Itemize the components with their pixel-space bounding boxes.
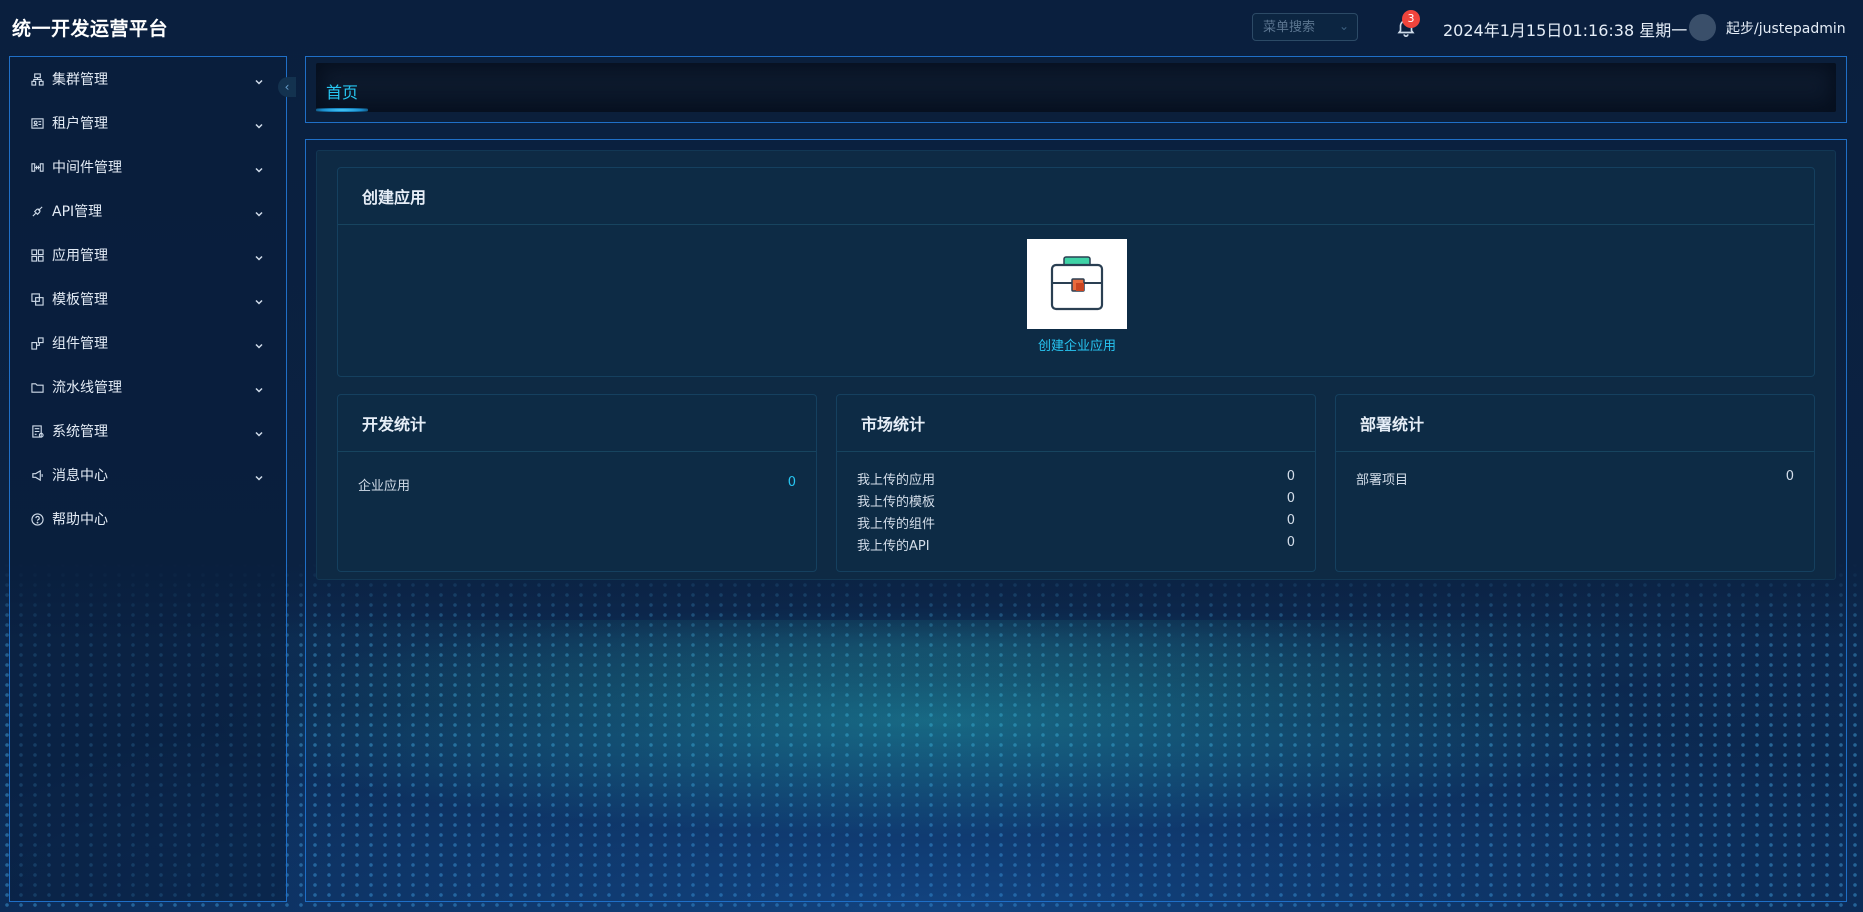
menu-search-input[interactable] bbox=[1253, 14, 1343, 40]
market-stats-card: 市场统计 我上传的应用 0 我上传的模板 0 我上传的组件 0 我上传的API … bbox=[836, 394, 1316, 572]
deploy-stats-card: 部署统计 部署项目 0 bbox=[1335, 394, 1815, 572]
stats-row: 我上传的API 0 bbox=[837, 535, 1315, 557]
briefcase-icon[interactable] bbox=[1027, 239, 1127, 329]
stats-label: 部署项目 bbox=[1356, 473, 1409, 488]
stats-label: 我上传的API bbox=[857, 539, 930, 554]
folder-icon bbox=[30, 380, 44, 394]
main-content: 创建应用 创建企业应用 开发统计 企业应用 0 市场统计 我上传的应用 0 我上… bbox=[305, 139, 1847, 902]
chevron-down-icon bbox=[254, 292, 264, 305]
sidebar-item-component[interactable]: 组件管理 bbox=[10, 321, 286, 365]
sidebar: 集群管理 租户管理 中间件管理 API管理 应用管理 模板管理 组件管理 流水线… bbox=[9, 56, 287, 902]
sidebar-item-middleware[interactable]: 中间件管理 bbox=[10, 145, 286, 189]
tab-bar-inner bbox=[316, 63, 1836, 112]
sidebar-item-apps[interactable]: 应用管理 bbox=[10, 233, 286, 277]
chevron-down-icon bbox=[254, 160, 264, 173]
sidebar-nav: 集群管理 租户管理 中间件管理 API管理 应用管理 模板管理 组件管理 流水线… bbox=[10, 57, 286, 541]
sidebar-item-template[interactable]: 模板管理 bbox=[10, 277, 286, 321]
chevron-down-icon bbox=[254, 468, 264, 481]
avatar[interactable] bbox=[1689, 14, 1716, 41]
sidebar-item-system[interactable]: 系统管理 bbox=[10, 409, 286, 453]
stats-value: 0 bbox=[1286, 469, 1295, 484]
app-title: 统一开发运营平台 bbox=[12, 18, 169, 40]
stats-row: 我上传的模板 0 bbox=[837, 491, 1315, 513]
sidebar-item-cluster[interactable]: 集群管理 bbox=[10, 57, 286, 101]
datetime-display: 2024年1月15日01:16:38 星期一 bbox=[1443, 21, 1688, 40]
create-app-card: 创建应用 创建企业应用 bbox=[337, 167, 1815, 377]
notification-badge: 3 bbox=[1402, 10, 1420, 28]
create-enterprise-app-link[interactable]: 创建企业应用 bbox=[1027, 335, 1127, 354]
chevron-down-icon bbox=[254, 424, 264, 437]
sidebar-item-help[interactable]: 帮助中心 bbox=[10, 497, 286, 541]
dev-stats-card: 开发统计 企业应用 0 bbox=[337, 394, 817, 572]
tab-home[interactable]: 首页 bbox=[326, 79, 358, 103]
card-title: 创建应用 bbox=[338, 168, 1814, 225]
sidebar-item-pipeline[interactable]: 流水线管理 bbox=[10, 365, 286, 409]
stats-row: 企业应用 0 bbox=[338, 475, 816, 497]
template-icon bbox=[30, 292, 44, 306]
sidebar-item-tenant[interactable]: 租户管理 bbox=[10, 101, 286, 145]
menu-search-select[interactable]: ⌄ bbox=[1252, 13, 1358, 41]
stats-row: 我上传的组件 0 bbox=[837, 513, 1315, 535]
stats-list: 部署项目 0 bbox=[1336, 452, 1814, 491]
middleware-icon bbox=[30, 160, 44, 174]
chevron-down-icon bbox=[254, 204, 264, 217]
help-icon bbox=[30, 512, 44, 526]
sidebar-item-messages[interactable]: 消息中心 bbox=[10, 453, 286, 497]
sidebar-item-label: 租户管理 bbox=[52, 116, 108, 132]
sidebar-item-label: 中间件管理 bbox=[52, 160, 122, 176]
sidebar-collapse-button[interactable]: ‹ bbox=[278, 77, 296, 97]
card-title: 开发统计 bbox=[338, 395, 816, 452]
top-header: 统一开发运营平台 ⌄ 3 2024年1月15日01:16:38 星期一 起步/j… bbox=[0, 0, 1863, 56]
system-icon bbox=[30, 424, 44, 438]
chevron-down-icon bbox=[254, 116, 264, 129]
stats-list: 我上传的应用 0 我上传的模板 0 我上传的组件 0 我上传的API 0 bbox=[837, 452, 1315, 557]
sidebar-item-label: 模板管理 bbox=[52, 292, 108, 308]
tenant-icon bbox=[30, 116, 44, 130]
sidebar-item-label: 集群管理 bbox=[52, 72, 108, 88]
chevron-down-icon bbox=[254, 380, 264, 393]
stats-value[interactable]: 0 bbox=[788, 475, 796, 490]
api-icon bbox=[30, 204, 44, 218]
chevron-down-icon: ⌄ bbox=[1338, 19, 1349, 33]
stats-row: 我上传的应用 0 bbox=[837, 469, 1315, 491]
chevron-down-icon bbox=[254, 248, 264, 261]
apps-grid-icon bbox=[30, 248, 44, 262]
stats-label: 我上传的模板 bbox=[857, 495, 936, 510]
sidebar-item-label: 帮助中心 bbox=[52, 512, 108, 528]
sidebar-item-label: 消息中心 bbox=[52, 468, 108, 484]
cluster-icon bbox=[30, 72, 44, 86]
active-tab-indicator bbox=[316, 108, 368, 112]
stats-value: 0 bbox=[1286, 535, 1295, 550]
username[interactable]: 起步/justepadmin bbox=[1726, 18, 1846, 38]
sidebar-item-label: 组件管理 bbox=[52, 336, 108, 352]
sidebar-item-label: 流水线管理 bbox=[52, 380, 122, 396]
tab-bar: 首页 bbox=[305, 56, 1847, 123]
card-title: 部署统计 bbox=[1336, 395, 1814, 452]
stats-value: 0 bbox=[1286, 513, 1295, 528]
megaphone-icon bbox=[30, 468, 44, 482]
stats-label: 我上传的应用 bbox=[857, 473, 936, 488]
stats-value: 0 bbox=[1286, 491, 1295, 506]
sidebar-item-api[interactable]: API管理 bbox=[10, 189, 286, 233]
sidebar-item-label: API管理 bbox=[52, 204, 103, 220]
card-title: 市场统计 bbox=[837, 395, 1315, 452]
stats-value: 0 bbox=[1785, 469, 1794, 484]
dashboard-panel: 创建应用 创建企业应用 开发统计 企业应用 0 市场统计 我上传的应用 0 我上… bbox=[316, 150, 1836, 580]
stats-row: 部署项目 0 bbox=[1336, 469, 1814, 491]
sidebar-item-label: 应用管理 bbox=[52, 248, 108, 264]
stats-label: 我上传的组件 bbox=[857, 517, 936, 532]
component-icon bbox=[30, 336, 44, 350]
stats-label: 企业应用 bbox=[358, 479, 411, 494]
sidebar-item-label: 系统管理 bbox=[52, 424, 108, 440]
stats-list: 企业应用 0 bbox=[338, 452, 816, 497]
chevron-down-icon bbox=[254, 336, 264, 349]
chevron-down-icon bbox=[254, 72, 264, 85]
